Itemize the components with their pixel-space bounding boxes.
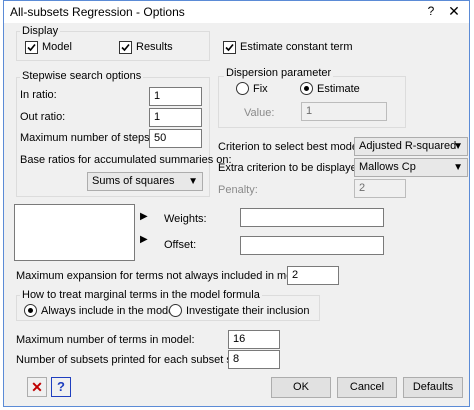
out-ratio-label: Out ratio:: [20, 111, 66, 123]
penalty-label: Penalty:: [218, 184, 258, 196]
investigate-inclusion-radio[interactable]: [169, 304, 182, 317]
offset-input[interactable]: [240, 236, 384, 255]
close-x-icon: ✕: [31, 379, 43, 395]
checkmark-icon: [121, 43, 130, 52]
subsets-printed-input[interactable]: 8: [228, 350, 280, 369]
results-label[interactable]: Results: [136, 41, 173, 53]
chevron-down-icon: ▼: [453, 162, 463, 173]
chevron-down-icon: ▼: [188, 176, 198, 187]
max-steps-label: Maximum number of steps:: [20, 132, 153, 144]
options-dialog: All-subsets Regression - Options ? ✕ Dis…: [3, 0, 470, 407]
extra-criterion-label: Extra criterion to be displayed:: [218, 162, 366, 174]
max-expansion-input[interactable]: 2: [287, 266, 339, 285]
extra-criterion-select[interactable]: Mallows Cp ▼: [354, 158, 468, 177]
variable-list[interactable]: [14, 204, 135, 261]
extra-criterion-value: Mallows Cp: [359, 161, 416, 173]
checkmark-icon: [225, 43, 234, 52]
criterion-value: Adjusted R-squared: [359, 140, 457, 152]
fix-radio[interactable]: [236, 82, 249, 95]
penalty-input: 2: [354, 179, 406, 198]
base-ratios-label: Base ratios for accumulated summaries on…: [20, 154, 232, 166]
weights-label: Weights:: [164, 213, 207, 225]
in-ratio-input[interactable]: 1: [149, 87, 202, 106]
radio-selected-dot: [304, 86, 309, 91]
out-ratio-input[interactable]: 1: [149, 108, 202, 127]
estimate-radio[interactable]: [300, 82, 313, 95]
chevron-down-icon: ▼: [453, 141, 463, 152]
title-bar: All-subsets Regression - Options ? ✕: [4, 1, 469, 23]
in-ratio-label: In ratio:: [20, 89, 57, 101]
criterion-select[interactable]: Adjusted R-squared ▼: [354, 137, 468, 156]
cancel-button[interactable]: Cancel: [337, 377, 397, 398]
criterion-label: Criterion to select best model:: [218, 141, 364, 153]
stepwise-group-label: Stepwise search options: [20, 70, 144, 82]
max-terms-input[interactable]: 16: [228, 330, 280, 349]
base-ratios-value: Sums of squares: [92, 175, 175, 187]
investigate-inclusion-label[interactable]: Investigate their inclusion: [186, 305, 310, 317]
base-ratios-select[interactable]: Sums of squares ▼: [87, 172, 203, 191]
fix-label[interactable]: Fix: [253, 83, 268, 95]
max-expansion-label: Maximum expansion for terms not always i…: [16, 270, 311, 282]
value-label: Value:: [244, 107, 275, 119]
model-checkbox[interactable]: [25, 41, 38, 54]
dispersion-value-input: 1: [301, 102, 387, 121]
close-icon[interactable]: ✕: [445, 3, 463, 20]
checkmark-icon: [27, 43, 36, 52]
help-button[interactable]: ?: [51, 377, 71, 397]
defaults-button[interactable]: Defaults: [403, 377, 463, 398]
help-icon[interactable]: ?: [423, 4, 439, 18]
radio-selected-dot: [28, 308, 33, 313]
dispersion-group-label: Dispersion parameter: [224, 67, 334, 79]
offset-label: Offset:: [164, 239, 197, 251]
question-mark-icon: ?: [57, 379, 65, 394]
estimate-constant-checkbox[interactable]: [223, 41, 236, 54]
weights-input[interactable]: [240, 208, 384, 227]
arrow-right-icon[interactable]: ▶: [140, 211, 148, 222]
subsets-printed-label: Number of subsets printed for each subse…: [16, 354, 249, 366]
clear-button[interactable]: ✕: [27, 377, 47, 397]
estimate-label[interactable]: Estimate: [317, 83, 360, 95]
window-title: All-subsets Regression - Options: [10, 5, 185, 19]
estimate-constant-label[interactable]: Estimate constant term: [240, 41, 353, 53]
ok-button[interactable]: OK: [271, 377, 331, 398]
always-include-radio[interactable]: [24, 304, 37, 317]
max-terms-label: Maximum number of terms in model:: [16, 334, 195, 346]
always-include-label[interactable]: Always include in the model: [41, 305, 177, 317]
max-steps-input[interactable]: 50: [149, 129, 202, 148]
arrow-right-icon[interactable]: ▶: [140, 234, 148, 245]
marginal-terms-group-label: How to treat marginal terms in the model…: [20, 289, 262, 301]
display-group-label: Display: [20, 25, 61, 37]
model-label[interactable]: Model: [42, 41, 72, 53]
results-checkbox[interactable]: [119, 41, 132, 54]
